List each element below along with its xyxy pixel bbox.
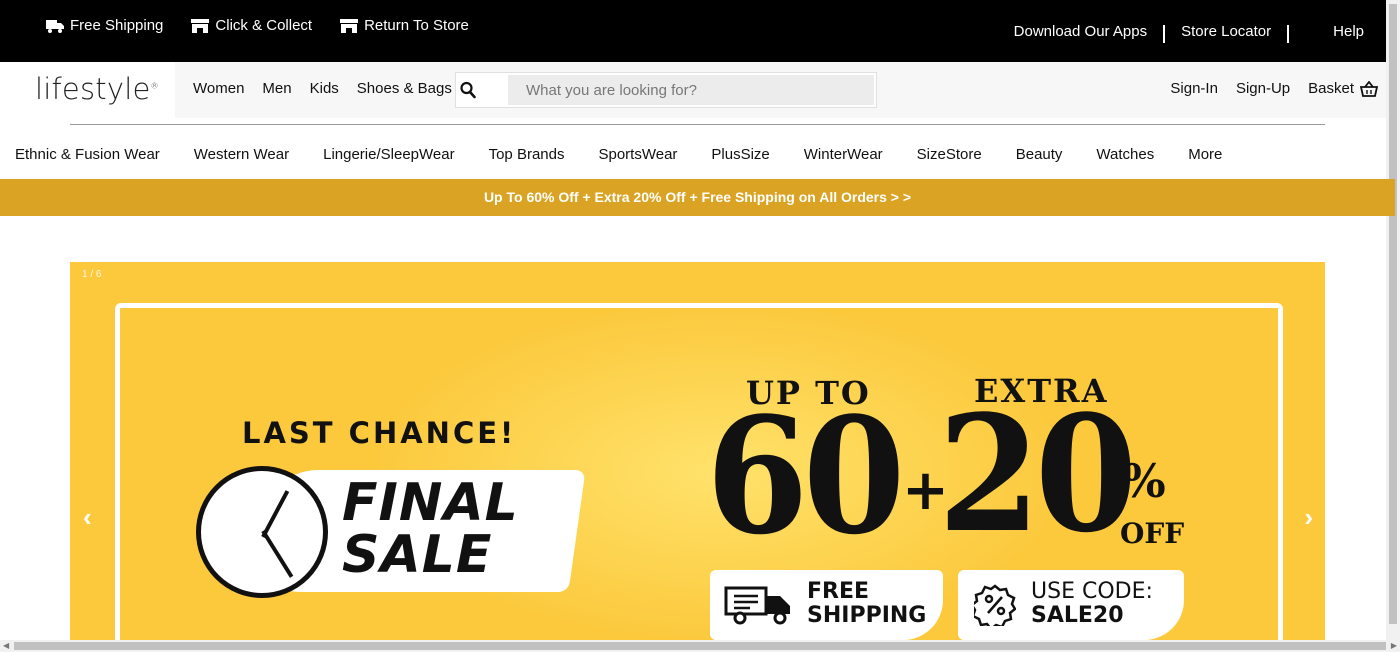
shipping-line: SHIPPING [807, 603, 927, 628]
category-watches[interactable]: Watches [1096, 146, 1154, 163]
sign-up-link[interactable]: Sign-Up [1236, 80, 1290, 97]
search-input[interactable] [508, 75, 874, 105]
download-apps-link[interactable]: Download Our Apps [1014, 23, 1147, 40]
discount-badge-icon [974, 584, 1016, 626]
return-to-store-label: Return To Store [364, 17, 469, 34]
nav-kids[interactable]: Kids [310, 80, 339, 97]
top-bar: Free Shipping Click & Collect Return To … [0, 0, 1400, 62]
logo[interactable]: lifestyle® [35, 72, 159, 106]
divider [1163, 25, 1166, 43]
free-shipping-text: FREE SHIPPING [807, 580, 926, 628]
last-chance-heading: LAST CHANCE! [242, 416, 517, 450]
coupon-code-text: USE CODE: SALE20 [1031, 580, 1153, 628]
coupon-code-value: SALE20 [1031, 603, 1124, 628]
return-to-store-link[interactable]: Return To Store [340, 17, 469, 34]
free-shipping-label: Free Shipping [70, 17, 164, 34]
nav-shoes-bags[interactable]: Shoes & Bags [357, 80, 452, 97]
use-code-label: USE CODE: [1031, 579, 1153, 604]
off-label: OFF [1120, 517, 1185, 550]
truck-icon [46, 19, 64, 33]
category-sizestore[interactable]: SizeStore [917, 146, 982, 163]
help-link[interactable]: Help [1333, 23, 1364, 40]
scroll-thumb[interactable] [1389, 4, 1397, 624]
account-links: Sign-In Sign-Up Basket [1170, 80, 1378, 97]
divider [1287, 25, 1290, 43]
category-more[interactable]: More [1188, 146, 1222, 163]
header-divider [70, 124, 1325, 125]
main-nav: Women Men Kids Shoes & Bags [193, 80, 452, 97]
clock-icon [196, 466, 328, 598]
search-icon[interactable] [460, 81, 476, 99]
slide-counter: 1 / 6 [82, 269, 102, 280]
nav-men[interactable]: Men [262, 80, 291, 97]
category-nav: Ethnic & Fusion Wear Western Wear Linger… [15, 146, 1256, 163]
category-plussize[interactable]: PlusSize [711, 146, 769, 163]
store-icon [340, 18, 359, 33]
free-line: FREE [807, 579, 870, 604]
vertical-scrollbar[interactable] [1386, 0, 1400, 640]
carousel-prev-button[interactable]: ‹ [83, 502, 92, 533]
site-header: lifestyle® Women Men Kids Shoes & Bags S… [0, 62, 1386, 118]
store-icon [191, 18, 210, 33]
sign-in-link[interactable]: Sign-In [1170, 80, 1218, 97]
nav-women[interactable]: Women [193, 80, 244, 97]
nav-area: Women Men Kids Shoes & Bags Sign-In Sign… [175, 62, 1386, 118]
basket-link[interactable]: Basket [1308, 80, 1378, 97]
logo-area: lifestyle® [0, 62, 175, 118]
carousel-next-button[interactable]: › [1304, 502, 1313, 533]
scroll-left-arrow-icon[interactable]: ◀ [3, 641, 9, 650]
free-shipping-link[interactable]: Free Shipping [46, 17, 163, 34]
category-sportswear[interactable]: SportsWear [598, 146, 677, 163]
sale-line: SALE [342, 525, 493, 585]
delivery-truck-icon [724, 586, 790, 625]
free-shipping-card: FREE SHIPPING [710, 570, 943, 640]
category-winterwear[interactable]: WinterWear [804, 146, 883, 163]
coupon-code-card: USE CODE: SALE20 [958, 570, 1184, 640]
horizontal-scrollbar[interactable]: ◀ ▶ [0, 640, 1400, 652]
category-ethnic-fusion[interactable]: Ethnic & Fusion Wear [15, 146, 160, 163]
click-collect-link[interactable]: Click & Collect [191, 17, 312, 34]
discount-20: 20 [938, 380, 1137, 568]
utility-links: Download Our Apps Store Locator Help [1014, 22, 1364, 43]
scroll-right-arrow-icon[interactable]: ▶ [1391, 641, 1397, 650]
percent-sign: % [1122, 454, 1166, 508]
search-box [455, 72, 877, 108]
logo-text: lifestyle [35, 72, 151, 106]
final-sale-text: FINAL SALE [342, 477, 519, 581]
category-top-brands[interactable]: Top Brands [489, 146, 565, 163]
category-beauty[interactable]: Beauty [1016, 146, 1063, 163]
click-collect-label: Click & Collect [215, 17, 313, 34]
basket-icon [1360, 80, 1378, 97]
category-lingerie[interactable]: Lingerie/SleepWear [323, 146, 454, 163]
promo-strip[interactable]: Up To 60% Off + Extra 20% Off + Free Shi… [0, 179, 1395, 216]
discount-60: 60 [706, 382, 905, 570]
basket-label: Basket [1308, 80, 1354, 97]
service-links: Free Shipping Click & Collect Return To … [46, 17, 469, 34]
category-western-wear[interactable]: Western Wear [194, 146, 289, 163]
store-locator-link[interactable]: Store Locator [1181, 23, 1271, 40]
hero-banner[interactable]: 1 / 6 LAST CHANCE! FINAL SALE UP TO EXTR… [70, 262, 1325, 640]
final-line: FINAL [342, 473, 519, 533]
scroll-thumb[interactable] [14, 642, 1386, 650]
